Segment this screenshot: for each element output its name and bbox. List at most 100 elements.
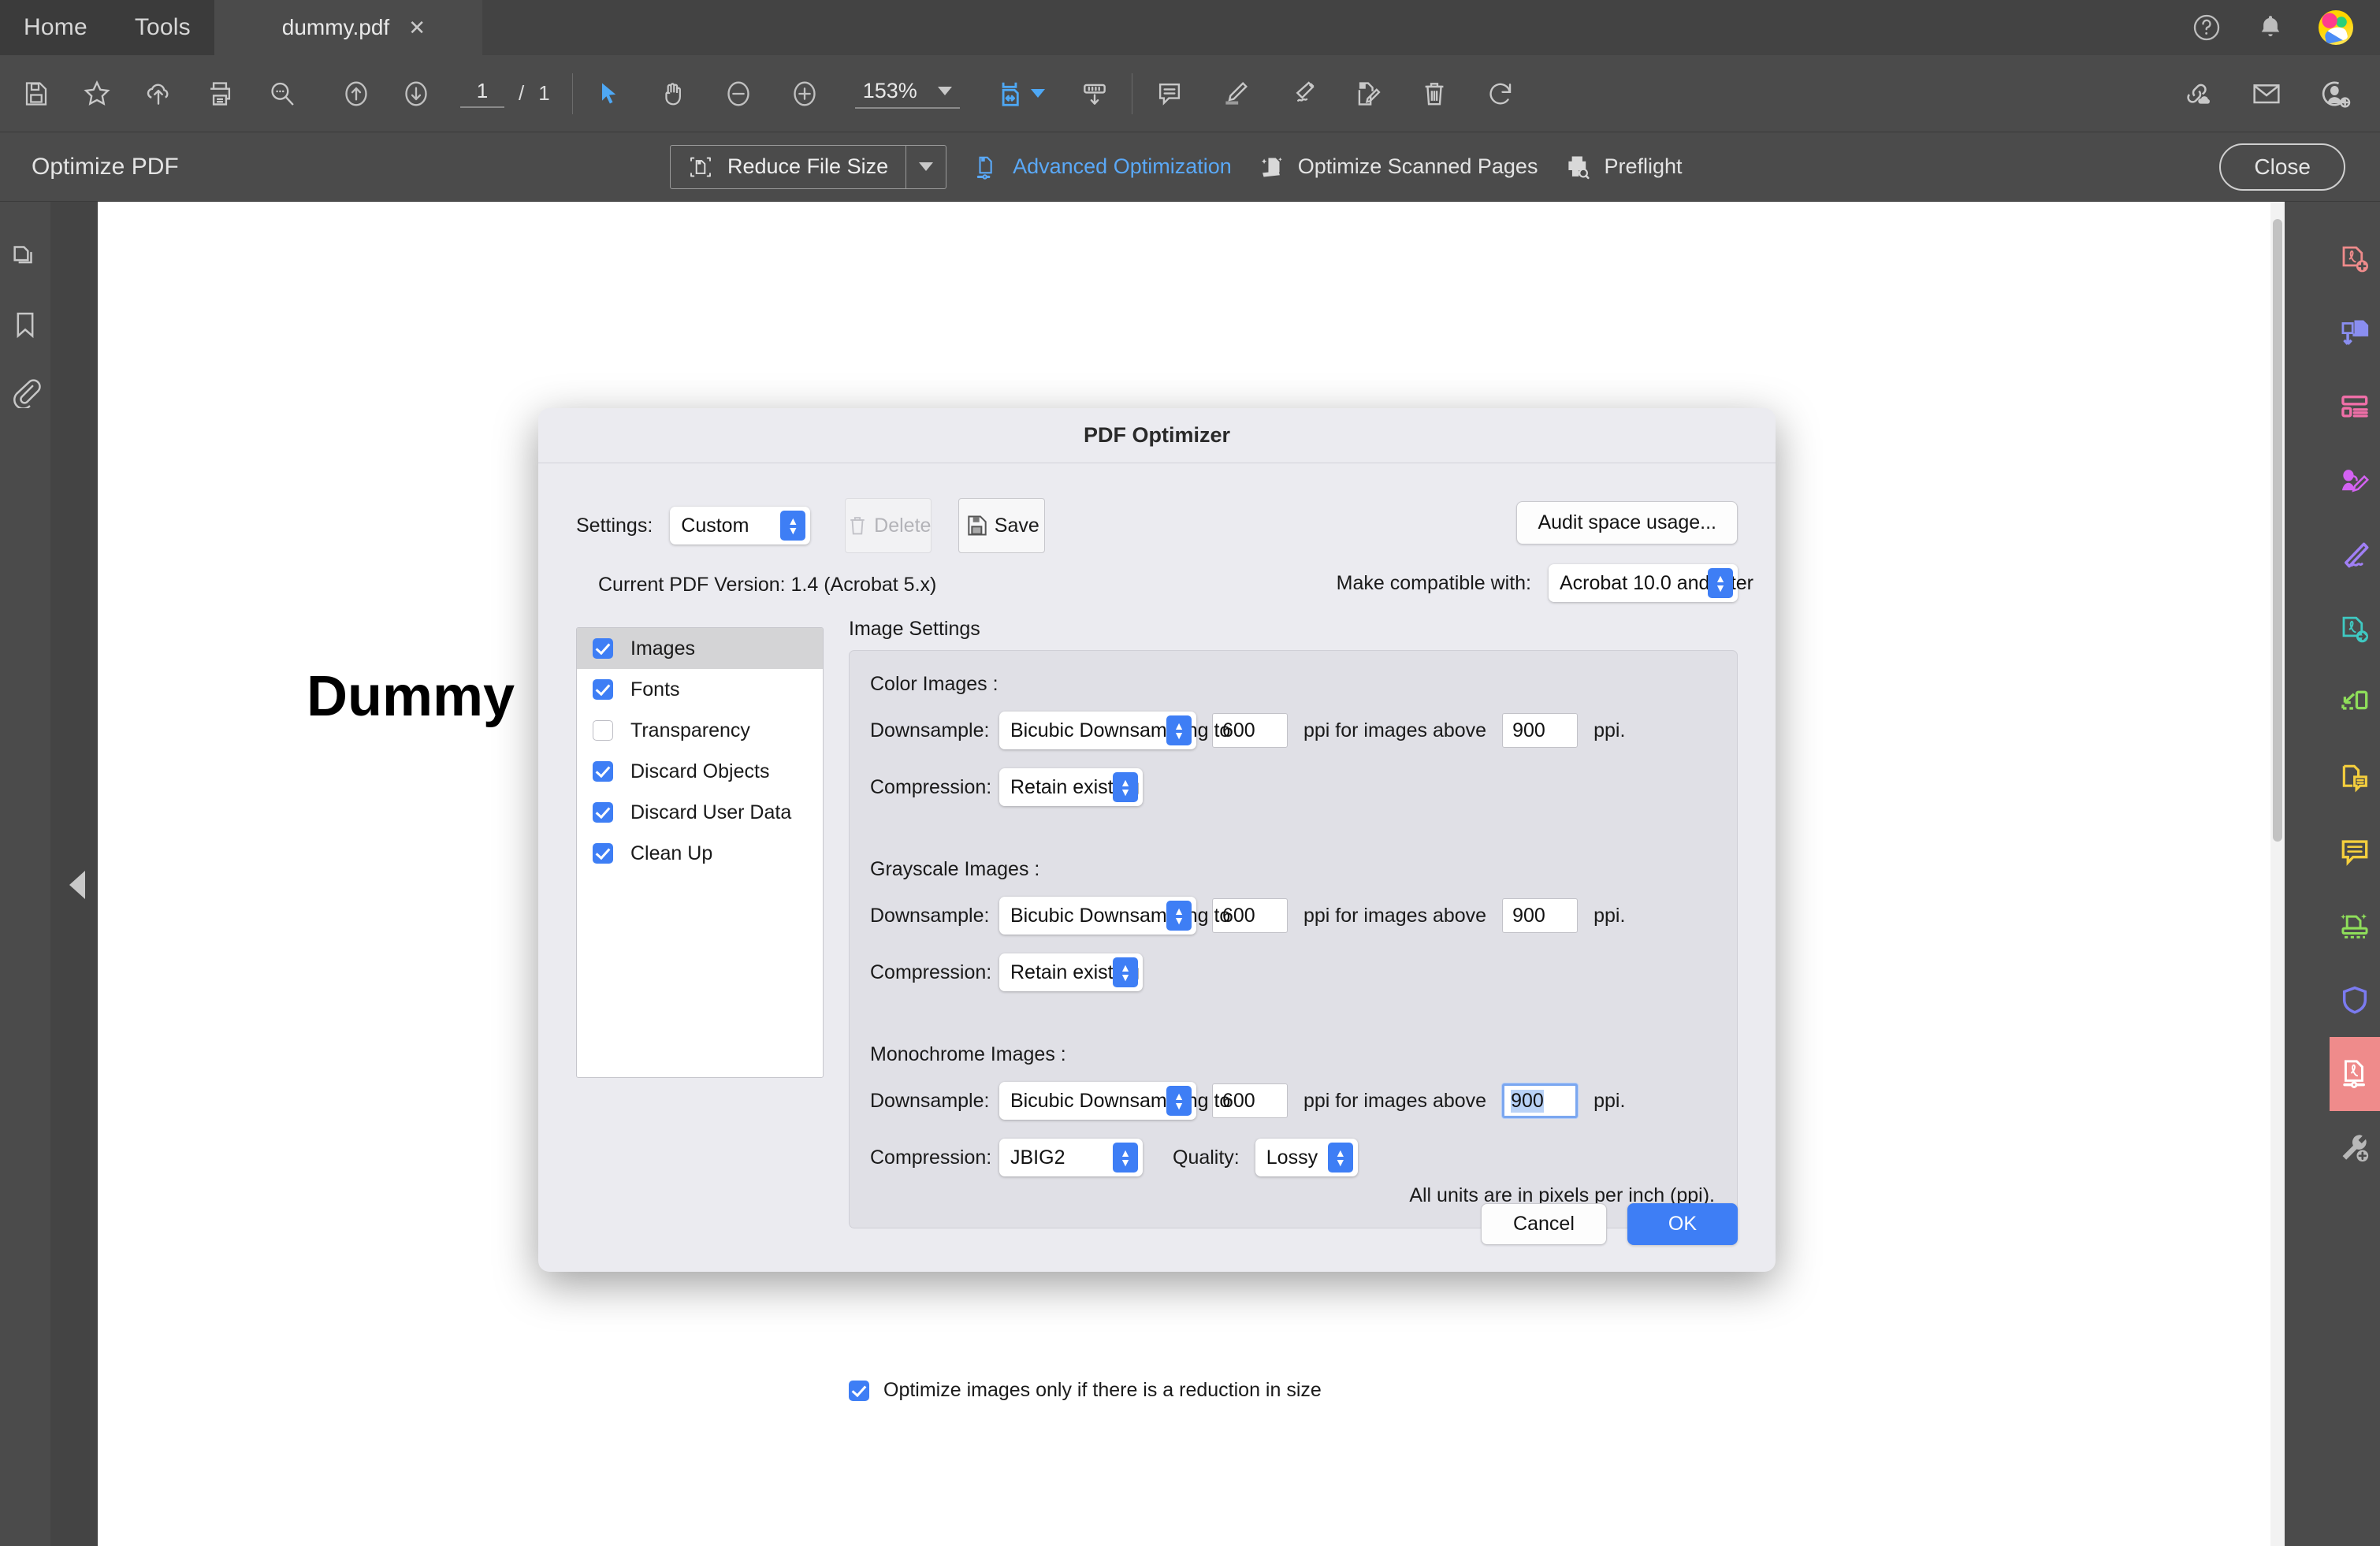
save-settings-button[interactable]: Save (958, 498, 1046, 553)
color-threshold-ppi-input[interactable]: 900 (1502, 713, 1579, 748)
user-avatar[interactable] (2319, 10, 2353, 45)
vertical-scrollbar[interactable] (2270, 202, 2285, 1546)
scroll-mode-icon[interactable] (1080, 79, 1110, 109)
notification-bell-icon[interactable] (2255, 13, 2285, 43)
home-menu[interactable]: Home (0, 0, 111, 55)
monochrome-compression-select[interactable]: JBIG2 ▲ ▼ (999, 1139, 1143, 1176)
comment-bubble-icon[interactable] (2330, 815, 2380, 889)
checkbox-fonts[interactable] (593, 679, 613, 700)
pen-draw-icon[interactable] (1287, 79, 1317, 109)
page-thumbnails-icon[interactable] (9, 241, 41, 273)
combine-files-icon[interactable] (2330, 296, 2380, 370)
category-item-images[interactable]: Images (577, 628, 823, 669)
grayscale-compression-select[interactable]: Retain existing ▲ ▼ (999, 953, 1143, 991)
cancel-button[interactable]: Cancel (1481, 1203, 1607, 1245)
floppy-save-icon (965, 513, 990, 538)
reduce-file-size-button[interactable]: Reduce File Size (670, 144, 947, 189)
page-number-input[interactable]: 1 (460, 79, 504, 108)
trash-delete-icon[interactable] (1419, 79, 1449, 109)
category-label: Images (630, 637, 695, 660)
save-icon[interactable] (22, 80, 50, 108)
category-label: Clean Up (630, 842, 713, 864)
fill-sign-icon[interactable] (2330, 518, 2380, 593)
hand-pan-icon[interactable] (658, 79, 688, 109)
zoom-level-selector[interactable]: 153% (854, 78, 960, 109)
advanced-optimization-button[interactable]: Advanced Optimization (973, 154, 1232, 180)
monochrome-downsample-row: Downsample: Bicubic Downsampling to ▲ ▼ 6… (870, 1082, 1715, 1120)
page-separator: / (519, 81, 525, 105)
add-comment-icon[interactable] (2330, 741, 2380, 815)
category-item-discard-user-data[interactable]: Discard User Data (577, 792, 823, 833)
audit-space-usage-button[interactable]: Audit space usage... (1516, 501, 1738, 544)
downsample-label: Downsample: (870, 719, 990, 741)
checkbox-images[interactable] (593, 638, 613, 659)
star-icon[interactable] (82, 79, 112, 109)
stepper-arrows-icon: ▲ ▼ (1166, 901, 1192, 931)
email-envelope-icon[interactable] (2251, 78, 2282, 110)
crop-pages-icon[interactable] (2330, 667, 2380, 741)
color-compression-select[interactable]: Retain existing ▲ ▼ (999, 768, 1143, 806)
optimize-only-row[interactable]: Optimize images only if there is a reduc… (849, 1379, 1322, 1402)
zoom-in-icon[interactable] (789, 78, 820, 110)
highlighter-icon[interactable] (1221, 79, 1251, 109)
scrollbar-thumb[interactable] (2273, 219, 2282, 842)
checkbox-clean-up[interactable] (593, 843, 613, 864)
delete-settings-button[interactable]: Delete (845, 498, 932, 553)
document-tab[interactable]: dummy.pdf ✕ (214, 0, 482, 55)
share-link-cloud-icon[interactable] (2181, 78, 2213, 110)
monochrome-threshold-ppi-input[interactable]: 900 (1502, 1083, 1579, 1118)
close-tab-icon[interactable]: ✕ (408, 16, 426, 40)
optimize-pdf-toolbar: Optimize PDF Reduce File Size Advanced O… (0, 132, 2380, 202)
pdf-optimizer-dialog: PDF Optimizer Settings: Custom ▲ ▼ Delete (538, 408, 1776, 1401)
grayscale-threshold-ppi-input[interactable]: 900 (1502, 898, 1579, 933)
checkbox-transparency[interactable] (593, 720, 613, 741)
main-toolbar: 1 / 1 153% (0, 55, 2380, 132)
find-search-icon[interactable] (266, 79, 296, 109)
bookmark-icon[interactable] (9, 309, 41, 340)
cursor-select-icon[interactable] (595, 80, 623, 108)
help-circle-icon[interactable] (2191, 12, 2222, 43)
fill-and-sign-icon[interactable] (1353, 79, 1383, 109)
monochrome-quality-value: Lossy (1266, 1146, 1318, 1169)
export-pdf-icon[interactable] (2330, 593, 2380, 667)
organize-pages-icon[interactable] (2330, 370, 2380, 444)
monochrome-downsample-method-select[interactable]: Bicubic Downsampling to ▲ ▼ (999, 1082, 1230, 1120)
collapse-left-panel-icon[interactable] (69, 871, 85, 899)
more-tools-wrench-icon[interactable] (2330, 1111, 2380, 1185)
zoom-out-icon[interactable] (723, 78, 754, 110)
create-pdf-icon[interactable] (2330, 222, 2380, 296)
add-user-icon[interactable] (2320, 78, 2352, 110)
upload-cloud-icon[interactable] (143, 79, 173, 109)
checkbox-discard-objects[interactable] (593, 761, 613, 782)
category-item-fonts[interactable]: Fonts (577, 669, 823, 710)
grayscale-downsample-method-select[interactable]: Bicubic Downsampling to ▲ ▼ (999, 897, 1230, 935)
optimize-pdf-icon[interactable] (2330, 1037, 2380, 1111)
ok-button[interactable]: OK (1627, 1203, 1738, 1245)
preflight-button[interactable]: Preflight (1564, 154, 1683, 180)
category-item-transparency[interactable]: Transparency (577, 710, 823, 751)
optimize-scanned-pages-button[interactable]: Optimize Scanned Pages (1259, 154, 1538, 180)
fit-page-width-icon[interactable] (995, 79, 1045, 109)
arrow-down-circle-icon[interactable] (400, 78, 432, 110)
close-tool-button[interactable]: Close (2219, 143, 2345, 191)
category-item-discard-objects[interactable]: Discard Objects (577, 751, 823, 792)
attachment-paperclip-icon[interactable] (9, 377, 41, 408)
color-downsample-method-select[interactable]: Bicubic Downsampling to ▲ ▼ (999, 712, 1230, 749)
arrow-up-circle-icon[interactable] (340, 78, 372, 110)
checkbox-discard-user-data[interactable] (593, 802, 613, 823)
edit-pdf-icon[interactable] (2330, 444, 2380, 518)
right-tools-rail (2330, 202, 2380, 1546)
protect-shield-icon[interactable] (2330, 963, 2380, 1037)
scan-and-ocr-icon[interactable] (2330, 889, 2380, 963)
reduce-file-size-dropdown[interactable] (906, 162, 946, 171)
category-item-clean-up[interactable]: Clean Up (577, 833, 823, 874)
settings-select[interactable]: Custom ▲ ▼ (670, 507, 811, 544)
comment-icon[interactable] (1155, 79, 1184, 109)
monochrome-quality-select[interactable]: Lossy ▲ ▼ (1255, 1139, 1358, 1176)
zoom-level-value: 153% (862, 78, 917, 102)
compatibility-select[interactable]: Acrobat 10.0 and later ▲ ▼ (1549, 564, 1753, 602)
rotate-icon[interactable] (1486, 79, 1515, 109)
print-icon[interactable] (205, 79, 235, 109)
checkbox-optimize-only-if-reduction[interactable] (849, 1380, 869, 1401)
tools-menu[interactable]: Tools (111, 0, 214, 55)
